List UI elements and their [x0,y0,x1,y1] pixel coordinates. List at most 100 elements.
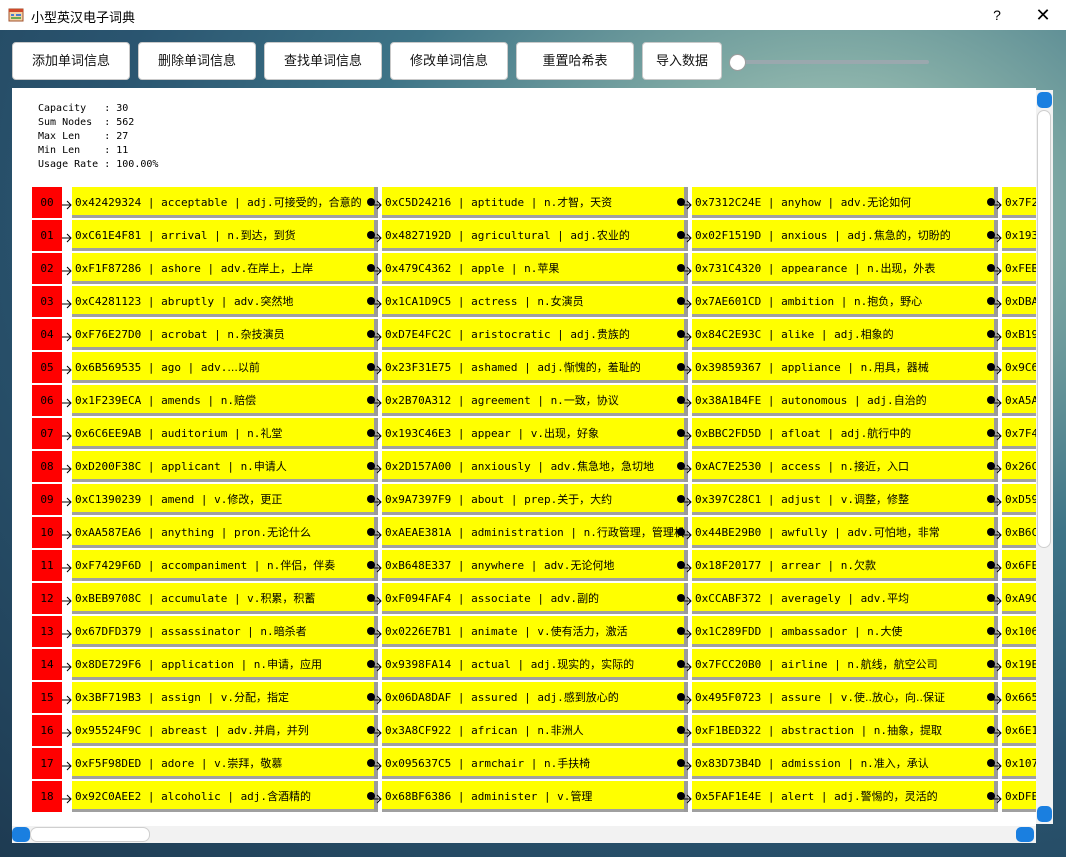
word-node[interactable]: 0xBEB9708C | accumulate | v.积累，积蓄 [72,583,374,614]
word-node[interactable]: 0x18F20177 | arrear | n.欠款 [692,550,994,581]
word-node[interactable]: 0xF1BED322 | abstraction | n.抽象，提取 [692,715,994,746]
word-node[interactable]: 0xB19 [1002,319,1036,350]
word-node[interactable]: 0xAC7E2530 | access | n.接近，入口 [692,451,994,482]
word-node[interactable]: 0xF1F87286 | ashore | adv.在岸上，上岸 [72,253,374,284]
word-node[interactable]: 0xC4281123 | abruptly | adv.突然地 [72,286,374,317]
word-node[interactable]: 0x2D157A00 | anxiously | adv.焦急地，急切地 [382,451,684,482]
word-node[interactable]: 0x193C46E3 | appear | v.出现，好象 [382,418,684,449]
word-node[interactable]: 0xCCABF372 | averagely | adv.平均 [692,583,994,614]
find-word-button[interactable]: 查找单词信息 [264,42,382,80]
word-node[interactable]: 0xB648E337 | anywhere | adv.无论何地 [382,550,684,581]
word-node[interactable]: 0x095637C5 | armchair | n.手扶椅 [382,748,684,779]
node-text: 0xB6C [1005,526,1036,539]
word-node[interactable]: 0x23F31E75 | ashamed | adj.惭愧的，羞耻的 [382,352,684,383]
delete-word-button[interactable]: 删除单词信息 [138,42,256,80]
word-node[interactable]: 0x479C4362 | apple | n.苹果 [382,253,684,284]
word-node[interactable]: 0xC61E4F81 | arrival | n.到达，到货 [72,220,374,251]
word-node[interactable]: 0xB6C [1002,517,1036,548]
add-word-button[interactable]: 添加单词信息 [12,42,130,80]
word-node[interactable]: 0x67DFD379 | assassinator | n.暗杀者 [72,616,374,647]
word-node[interactable]: 0x7AE601CD | ambition | n.抱负，野心 [692,286,994,317]
word-node[interactable]: 0x6FE [1002,550,1036,581]
word-node[interactable]: 0x9C6 [1002,352,1036,383]
word-node[interactable]: 0x39859367 | appliance | n.用具，器械 [692,352,994,383]
horizontal-scrollbar[interactable] [12,826,1036,843]
word-node[interactable]: 0x731C4320 | appearance | n.出现，外表 [692,253,994,284]
word-node[interactable]: 0x92C0AEE2 | alcoholic | adj.含酒精的 [72,781,374,812]
slider-track[interactable] [733,60,929,64]
word-node[interactable]: 0x68BF6386 | administer | v.管理 [382,781,684,812]
close-button[interactable]: ✕ [1026,0,1060,30]
word-node[interactable]: 0x6B569535 | ago | adv....以前 [72,352,374,383]
word-node[interactable]: 0x9A7397F9 | about | prep.关于，大约 [382,484,684,515]
word-node[interactable]: 0x2B70A312 | agreement | n.一致，协议 [382,385,684,416]
word-node[interactable]: 0x1F239ECA | amends | n.赔偿 [72,385,374,416]
word-node[interactable]: 0xF7429F6D | accompaniment | n.伴侣，伴奏 [72,550,374,581]
word-node[interactable]: 0x4827192D | agricultural | adj.农业的 [382,220,684,251]
slider-thumb[interactable] [729,54,746,71]
word-node[interactable]: 0x7F4 [1002,418,1036,449]
node-text: 0x6E1 [1005,724,1036,737]
word-node[interactable]: 0x19E [1002,649,1036,680]
arrow-right-icon [62,659,72,672]
hash-table-view[interactable]: Capacity : 30 Sum Nodes : 562 Max Len : 27… [12,88,1036,826]
word-node[interactable]: 0x193 [1002,220,1036,251]
word-node[interactable]: 0xF5F98DED | adore | v.崇拜，敬慕 [72,748,374,779]
word-node[interactable]: 0xD59 [1002,484,1036,515]
word-node[interactable]: 0x83D73B4D | admission | n.准入，承认 [692,748,994,779]
arrow-right-icon [62,692,72,705]
scroll-left-icon[interactable] [12,827,30,842]
word-node[interactable]: 0x1C289FDD | ambassador | n.大使 [692,616,994,647]
word-node[interactable]: 0x7312C24E | anyhow | adv.无论如何 [692,187,994,218]
word-node[interactable]: 0x0226E7B1 | animate | v.使有活力，激活 [382,616,684,647]
reset-hash-button[interactable]: 重置哈希表 [516,42,634,80]
word-node[interactable]: 0x84C2E93C | alike | adj.相象的 [692,319,994,350]
word-node[interactable]: 0xA5A [1002,385,1036,416]
word-node[interactable]: 0x9398FA14 | actual | adj.现实的，实际的 [382,649,684,680]
vertical-scrollbar[interactable] [1036,90,1053,824]
word-node[interactable]: 0x8DE729F6 | application | n.申请，应用 [72,649,374,680]
word-node[interactable]: 0x42429324 | acceptable | adj.可接受的，合意的 [72,187,374,218]
word-node[interactable]: 0x02F1519D | anxious | adj.焦急的，切盼的 [692,220,994,251]
word-node[interactable]: 0xBBC2FD5D | afloat | adj.航行中的 [692,418,994,449]
word-node[interactable]: 0xF094FAF4 | associate | adv.副的 [382,583,684,614]
horizontal-scroll-thumb[interactable] [30,827,150,842]
word-node[interactable]: 0x107 [1002,748,1036,779]
word-node[interactable]: 0xAA587EA6 | anything | pron.无论什么 [72,517,374,548]
word-node[interactable]: 0xA9C [1002,583,1036,614]
word-node[interactable]: 0x1CA1D9C5 | actress | n.女演员 [382,286,684,317]
edit-word-button[interactable]: 修改单词信息 [390,42,508,80]
word-node[interactable]: 0xFEB [1002,253,1036,284]
word-node[interactable]: 0x3A8CF922 | african | n.非洲人 [382,715,684,746]
word-node[interactable]: 0x5FAF1E4E | alert | adj.警惕的，灵活的 [692,781,994,812]
word-node[interactable]: 0xDBA [1002,286,1036,317]
word-node[interactable]: 0x495F0723 | assure | v.使..放心，向..保证 [692,682,994,713]
word-node[interactable]: 0x397C28C1 | adjust | v.调整，修整 [692,484,994,515]
import-data-button[interactable]: 导入数据 [642,42,722,80]
scroll-up-icon[interactable] [1037,92,1052,108]
word-node[interactable]: 0x7FCC20B0 | airline | n.航线，航空公司 [692,649,994,680]
word-node[interactable]: 0x6E1 [1002,715,1036,746]
word-node[interactable]: 0xF76E27D0 | acrobat | n.杂技演员 [72,319,374,350]
word-node[interactable]: 0x38A1B4FE | autonomous | adj.自治的 [692,385,994,416]
word-node[interactable]: 0x106 [1002,616,1036,647]
word-node[interactable]: 0x665 [1002,682,1036,713]
word-node[interactable]: 0xD200F38C | applicant | n.申请人 [72,451,374,482]
word-node[interactable]: 0x44BE29B0 | awfully | adv.可怕地，非常 [692,517,994,548]
scroll-right-icon[interactable] [1016,827,1034,842]
word-node[interactable]: 0xD7E4FC2C | aristocratic | adj.贵族的 [382,319,684,350]
word-node[interactable]: 0x95524F9C | abreast | adv.并肩，并列 [72,715,374,746]
word-node[interactable]: 0x3BF719B3 | assign | v.分配，指定 [72,682,374,713]
vertical-scroll-thumb[interactable] [1037,110,1051,548]
word-node[interactable]: 0x7F2 [1002,187,1036,218]
help-button[interactable]: ? [982,0,1012,30]
word-node[interactable]: 0xC5D24216 | aptitude | n.才智，天资 [382,187,684,218]
word-node[interactable]: 0x26C [1002,451,1036,482]
scroll-down-icon[interactable] [1037,806,1052,822]
node-text: 0x193C46E3 | appear | v. [385,427,544,440]
word-node[interactable]: 0xDFE [1002,781,1036,812]
word-node[interactable]: 0x6C6EE9AB | auditorium | n.礼堂 [72,418,374,449]
word-node[interactable]: 0x06DA8DAF | assured | adj.感到放心的 [382,682,684,713]
word-node[interactable]: 0xC1390239 | amend | v.修改，更正 [72,484,374,515]
word-node[interactable]: 0xAEAE381A | administration | n.行政管理，管理机… [382,517,684,548]
